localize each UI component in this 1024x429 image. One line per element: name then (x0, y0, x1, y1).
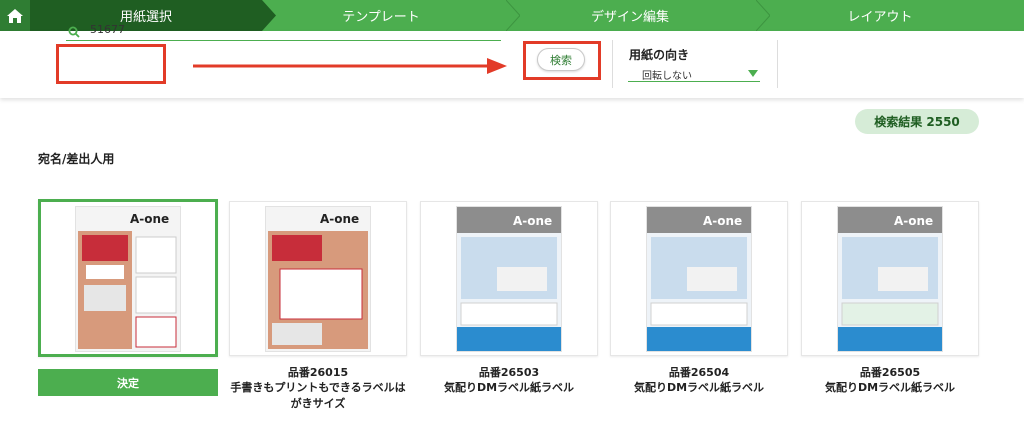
step-label: デザイン編集 (590, 10, 669, 25)
svg-text:A-one: A-one (320, 212, 359, 226)
step-separator (506, 0, 520, 31)
product-thumbnail: A-one (75, 206, 181, 352)
product-thumbnail: A-one (265, 206, 371, 352)
dropdown-caret-icon (748, 70, 758, 77)
step-layout[interactable]: レイアウト (770, 0, 990, 31)
orientation-select[interactable]: 回転しない (628, 67, 760, 82)
label-sheet-image: A-one (457, 207, 561, 351)
result-count-badge: 検索結果 2550 (855, 109, 979, 134)
product-card[interactable]: A-one (610, 201, 788, 356)
label-sheet-image: A-one (647, 207, 751, 351)
svg-text:A-one: A-one (894, 214, 933, 228)
label-sheet-image: A-one (76, 207, 180, 351)
product-number: 品番26504 (668, 366, 730, 379)
product-card[interactable]: A-one (229, 201, 407, 356)
product-number: 品番26503 (478, 366, 540, 379)
product-name: 気配りDMラベル紙ラベル (824, 381, 956, 394)
product-card-selected[interactable]: A-one (38, 199, 218, 357)
product-number: 品番26505 (859, 366, 921, 379)
home-icon (7, 8, 23, 23)
product-thumbnail: A-one (456, 206, 562, 352)
decide-button[interactable]: 決定 (38, 369, 218, 396)
label-sheet-image: A-one (266, 207, 370, 351)
product-card[interactable]: A-one (801, 201, 979, 356)
product-thumbnail: A-one (837, 206, 943, 352)
label-sheet-image: A-one (838, 207, 942, 351)
home-button[interactable] (0, 0, 30, 31)
product-thumbnail: A-one (646, 206, 752, 352)
step-label: レイアウト (847, 10, 913, 25)
category-title: 宛名/差出人用 (38, 152, 115, 166)
search-input[interactable] (66, 19, 501, 41)
divider (777, 40, 778, 88)
highlight-box-search (56, 44, 166, 84)
highlight-box-search-button (523, 41, 601, 80)
product-name: 手書きもプリントもできるラベルはがきサイズ (230, 381, 406, 410)
step-design-edit[interactable]: デザイン編集 (520, 0, 740, 31)
arrow-annotation (193, 58, 507, 74)
svg-text:A-one: A-one (513, 214, 552, 228)
product-card[interactable]: A-one (420, 201, 598, 356)
orientation-value: 回転しない (642, 71, 692, 82)
divider (612, 40, 613, 88)
orientation-title: 用紙の向き (629, 48, 690, 62)
svg-text:A-one: A-one (703, 214, 742, 228)
product-name: 気配りDMラベル紙ラベル (443, 381, 575, 394)
product-number: 品番26015 (287, 366, 349, 379)
step-separator (756, 0, 770, 31)
svg-text:A-one: A-one (130, 212, 169, 226)
product-name: 気配りDMラベル紙ラベル (633, 381, 765, 394)
